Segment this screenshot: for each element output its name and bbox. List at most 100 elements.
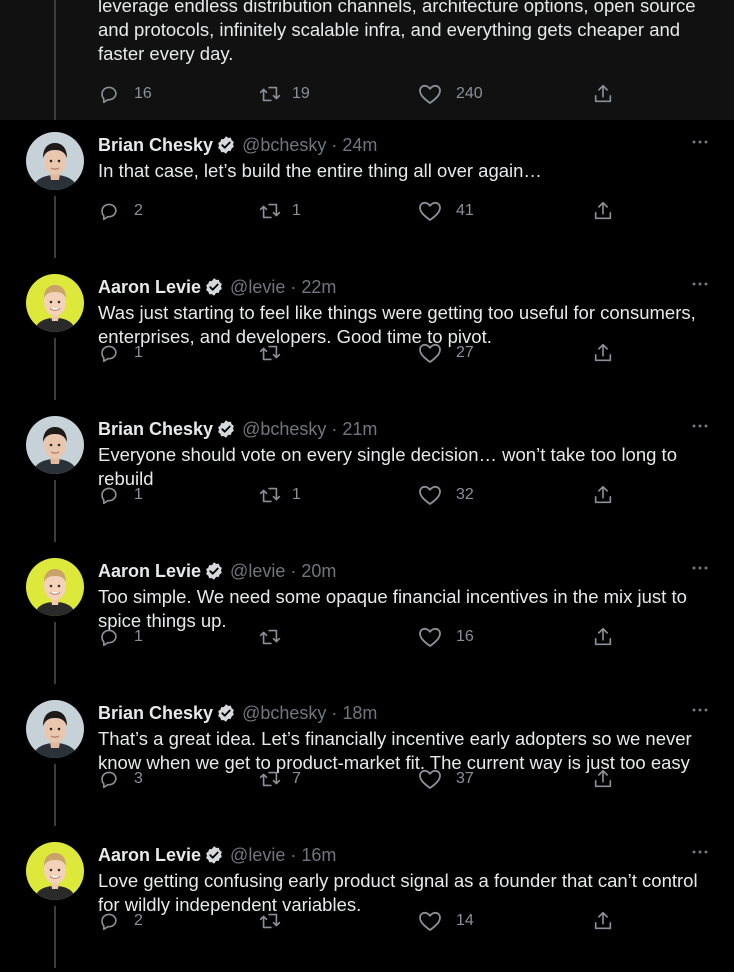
separator-dot: ·	[326, 134, 343, 155]
like-button[interactable]: 41	[418, 198, 474, 224]
verified-badge-icon	[204, 561, 224, 581]
tweet[interactable]: Aaron Levie @levie · 22m Was just starting…	[0, 262, 734, 404]
author-name[interactable]: Aaron Levie	[98, 845, 201, 866]
author-handle[interactable]: @levie	[230, 845, 285, 866]
reply-icon	[98, 484, 120, 506]
avatar[interactable]	[26, 416, 84, 474]
tweet-timestamp[interactable]: 22m	[301, 277, 336, 298]
retweet-count: 1	[292, 486, 301, 503]
share-button[interactable]	[592, 908, 614, 934]
retweet-button[interactable]: 1	[258, 198, 301, 224]
reply-count: 16	[134, 85, 152, 102]
reply-button[interactable]: 1	[98, 482, 143, 508]
share-button[interactable]	[592, 624, 614, 650]
author-handle[interactable]: @levie	[230, 277, 285, 298]
tweet[interactable]: Aaron Levie @levie · 20m Too simple. We ne…	[0, 546, 734, 688]
like-button[interactable]: 27	[418, 340, 474, 366]
tweet[interactable]: Brian Chesky @bchesky · 18m That’s a great…	[0, 688, 734, 830]
share-button[interactable]	[592, 340, 614, 366]
like-count: 16	[456, 628, 474, 645]
tweet-timestamp[interactable]: 16m	[301, 845, 336, 866]
tweet-timestamp[interactable]: 24m	[342, 135, 377, 156]
tweet[interactable]: Brian Chesky @bchesky · 24m In that case, …	[0, 120, 734, 262]
heart-icon	[418, 342, 442, 364]
reply-icon	[98, 83, 120, 105]
author-handle[interactable]: @bchesky	[242, 419, 326, 440]
tweet-header: Aaron Levie @levie · 22m	[98, 275, 336, 299]
share-button[interactable]	[592, 198, 614, 224]
avatar[interactable]	[26, 842, 84, 900]
share-icon	[592, 626, 614, 648]
tweet-actions: 1 16	[98, 624, 618, 650]
share-icon	[592, 83, 614, 105]
author-name[interactable]: Brian Chesky	[98, 135, 213, 156]
avatar[interactable]	[26, 700, 84, 758]
retweet-button[interactable]	[258, 624, 292, 650]
more-options-icon[interactable]	[690, 842, 710, 862]
thread-line	[54, 480, 56, 542]
reply-icon	[98, 626, 120, 648]
tweet-text: leverage endless distribution channels, …	[98, 0, 696, 64]
retweet-button[interactable]	[258, 908, 292, 934]
author-name[interactable]: Aaron Levie	[98, 561, 201, 582]
retweet-button[interactable]: 19	[258, 81, 310, 107]
more-options-icon[interactable]	[690, 132, 710, 152]
reply-button[interactable]: 2	[98, 908, 143, 934]
tweet-timestamp[interactable]: 20m	[301, 561, 336, 582]
more-options-icon[interactable]	[690, 700, 710, 720]
avatar[interactable]	[26, 558, 84, 616]
heart-icon	[418, 768, 442, 790]
top-tweet[interactable]: leverage endless distribution channels, …	[0, 0, 734, 120]
like-button[interactable]: 32	[418, 482, 474, 508]
author-name[interactable]: Brian Chesky	[98, 703, 213, 724]
reply-button[interactable]: 1	[98, 340, 143, 366]
thread-line	[54, 0, 56, 120]
like-count: 27	[456, 344, 474, 361]
tweet[interactable]: Brian Chesky @bchesky · 21m Everyone shoul…	[0, 404, 734, 546]
tweet-text: In that case, let’s build the entire thi…	[98, 160, 542, 181]
reply-button[interactable]: 2	[98, 198, 143, 224]
author-name[interactable]: Aaron Levie	[98, 277, 201, 298]
author-name[interactable]: Brian Chesky	[98, 419, 213, 440]
like-button[interactable]: 16	[418, 624, 474, 650]
retweet-button[interactable]	[258, 340, 292, 366]
retweet-icon	[258, 83, 282, 105]
verified-badge-icon	[216, 419, 236, 439]
tweet-actions: 1 27	[98, 340, 618, 366]
more-options-icon[interactable]	[690, 274, 710, 294]
share-button[interactable]	[592, 482, 614, 508]
like-button[interactable]: 240	[418, 81, 483, 107]
retweet-button[interactable]: 7	[258, 766, 301, 792]
reply-count: 3	[134, 770, 143, 787]
share-button[interactable]	[592, 766, 614, 792]
tweet[interactable]: Aaron Levie @levie · 16m Love getting conf…	[0, 830, 734, 972]
reply-icon	[98, 200, 120, 222]
more-options-icon[interactable]	[690, 416, 710, 436]
author-handle[interactable]: @levie	[230, 561, 285, 582]
share-button[interactable]	[592, 81, 614, 107]
share-icon	[592, 342, 614, 364]
author-handle[interactable]: @bchesky	[242, 135, 326, 156]
avatar[interactable]	[26, 132, 84, 190]
reply-button[interactable]: 1	[98, 624, 143, 650]
avatar[interactable]	[26, 274, 84, 332]
verified-badge-icon	[216, 135, 236, 155]
reply-button[interactable]: 16	[98, 81, 152, 107]
retweet-icon	[258, 910, 282, 932]
like-button[interactable]: 37	[418, 766, 474, 792]
reply-button[interactable]: 3	[98, 766, 143, 792]
tweet-timestamp[interactable]: 18m	[342, 703, 377, 724]
more-options-icon[interactable]	[690, 558, 710, 578]
tweet-timestamp[interactable]: 21m	[342, 419, 377, 440]
verified-badge-icon	[204, 845, 224, 865]
like-count: 37	[456, 770, 474, 787]
like-button[interactable]: 14	[418, 908, 474, 934]
retweet-button[interactable]: 1	[258, 482, 301, 508]
author-handle[interactable]: @bchesky	[242, 703, 326, 724]
verified-badge-icon	[216, 703, 236, 723]
thread-line	[54, 196, 56, 258]
thread-line	[54, 764, 56, 826]
separator-dot: ·	[326, 702, 343, 723]
retweet-icon	[258, 200, 282, 222]
share-icon	[592, 910, 614, 932]
